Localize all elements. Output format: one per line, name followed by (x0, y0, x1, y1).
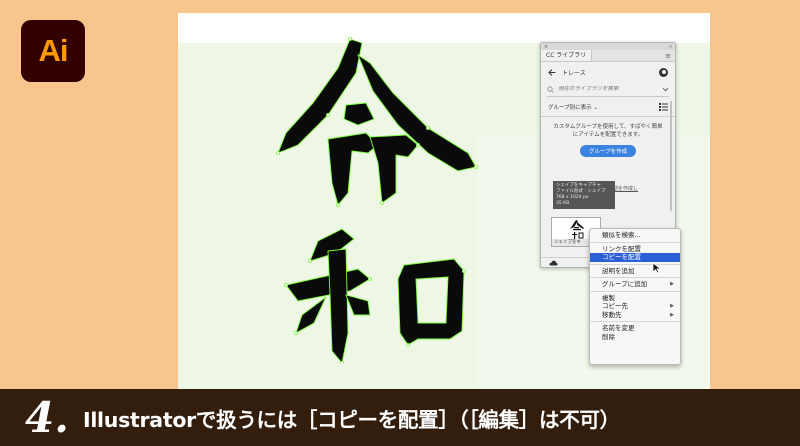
group-view-label: グループ別に表示 (548, 104, 592, 111)
submenu-arrow-icon: ▶ (670, 311, 674, 318)
menu-separator (590, 241, 680, 243)
panel-title-bar[interactable]: × « (541, 43, 675, 50)
tab-cc-libraries[interactable]: CC ライブラリ (541, 50, 593, 61)
list-view-icon[interactable] (659, 102, 668, 111)
menu-item-add-description[interactable]: 説明を追加 (590, 267, 680, 276)
menu-item-label: 名前を変更 (602, 324, 635, 332)
custom-group-message: カスタムグループを使用して、すばやく簡単にアイテムを配置できます。 (553, 124, 663, 138)
submenu-arrow-icon: ▶ (670, 303, 674, 309)
menu-item-add-to-group[interactable]: グループに追加 ▶ (590, 280, 680, 289)
back-arrow-icon[interactable] (548, 68, 556, 76)
menu-item-rename[interactable]: 名前を変更 (590, 324, 680, 333)
menu-item-label: 移動先 (602, 310, 622, 319)
menu-item-move-to[interactable]: 移動先 ▶ (590, 311, 680, 320)
cloud-icon[interactable] (549, 260, 558, 266)
menu-item-label: グループに追加 (602, 280, 648, 288)
menu-item-find-similar[interactable]: 類似を検索... (590, 231, 680, 240)
calligraphy-artwork-reiwa[interactable] (258, 33, 498, 363)
menu-item-label: 説明を追加 (602, 266, 635, 275)
illustrator-logo-text: Ai (38, 33, 69, 68)
create-group-button[interactable]: グループを作成 (580, 145, 636, 157)
search-input[interactable] (558, 86, 658, 92)
library-name: トレース (562, 69, 586, 77)
menu-item-copy-to[interactable]: コピー先 ▶ (590, 302, 680, 311)
caption-text: Illustratorで扱うには［コピーを配置］（［編集］は不可） (83, 407, 620, 432)
menu-item-label: 削除 (602, 332, 615, 341)
close-icon[interactable]: × (544, 44, 548, 50)
menu-separator (590, 263, 680, 265)
caption-bar: 4. Illustratorで扱うには［コピーを配置］（［編集］は不可） (0, 389, 800, 446)
menu-item-label: 複製 (602, 293, 615, 302)
menu-separator (590, 277, 680, 278)
asset-tooltip: シェイプをキャプチャ ファイル形式 : シェイプ 768 x 1024 px 3… (553, 181, 615, 209)
create-link[interactable]: 助を作成し (613, 185, 638, 192)
step-number: 4. (25, 392, 69, 442)
mouse-pointer-icon (652, 262, 662, 274)
menu-separator (590, 321, 680, 322)
search-icon (547, 85, 554, 93)
library-search[interactable] (547, 82, 669, 97)
menu-item-label: コピーを配置 (602, 253, 641, 261)
library-header: トレース (541, 62, 675, 82)
menu-item-label: コピー先 (602, 302, 628, 310)
user-avatar-icon[interactable] (659, 67, 668, 77)
context-menu[interactable]: 類似を検索... リンクを配置 コピーを配置 説明を追加 グループに追加 ▶ 複製… (589, 228, 681, 365)
menu-item-place-copy[interactable]: コピーを配置 (590, 253, 680, 262)
panel-tab-row: CC ライブラリ ≡ (541, 50, 675, 62)
panel-scrollbar[interactable] (670, 101, 672, 211)
menu-item-delete[interactable]: 削除 (590, 333, 680, 342)
panel-menu-icon[interactable]: ≡ (665, 51, 675, 61)
menu-item-label: 類似を検索... (602, 231, 641, 239)
menu-item-label: リンクを配置 (602, 244, 641, 253)
group-view-row: グループ別に表示 ⌄ (541, 97, 675, 117)
thumbnail-preview-icon (570, 220, 584, 240)
chevron-down-icon[interactable] (662, 87, 669, 92)
menu-separator (590, 290, 680, 292)
menu-item-place-linked[interactable]: リンクを配置 (590, 245, 680, 254)
submenu-arrow-icon: ▶ (670, 281, 674, 287)
collapse-icon[interactable]: « (669, 44, 672, 50)
menu-item-duplicate[interactable]: 複製 (590, 294, 680, 303)
illustrator-logo: Ai (21, 20, 85, 82)
group-view-dropdown[interactable]: グループ別に表示 ⌄ (548, 103, 598, 111)
tooltip-line: 35 KB (556, 201, 570, 206)
